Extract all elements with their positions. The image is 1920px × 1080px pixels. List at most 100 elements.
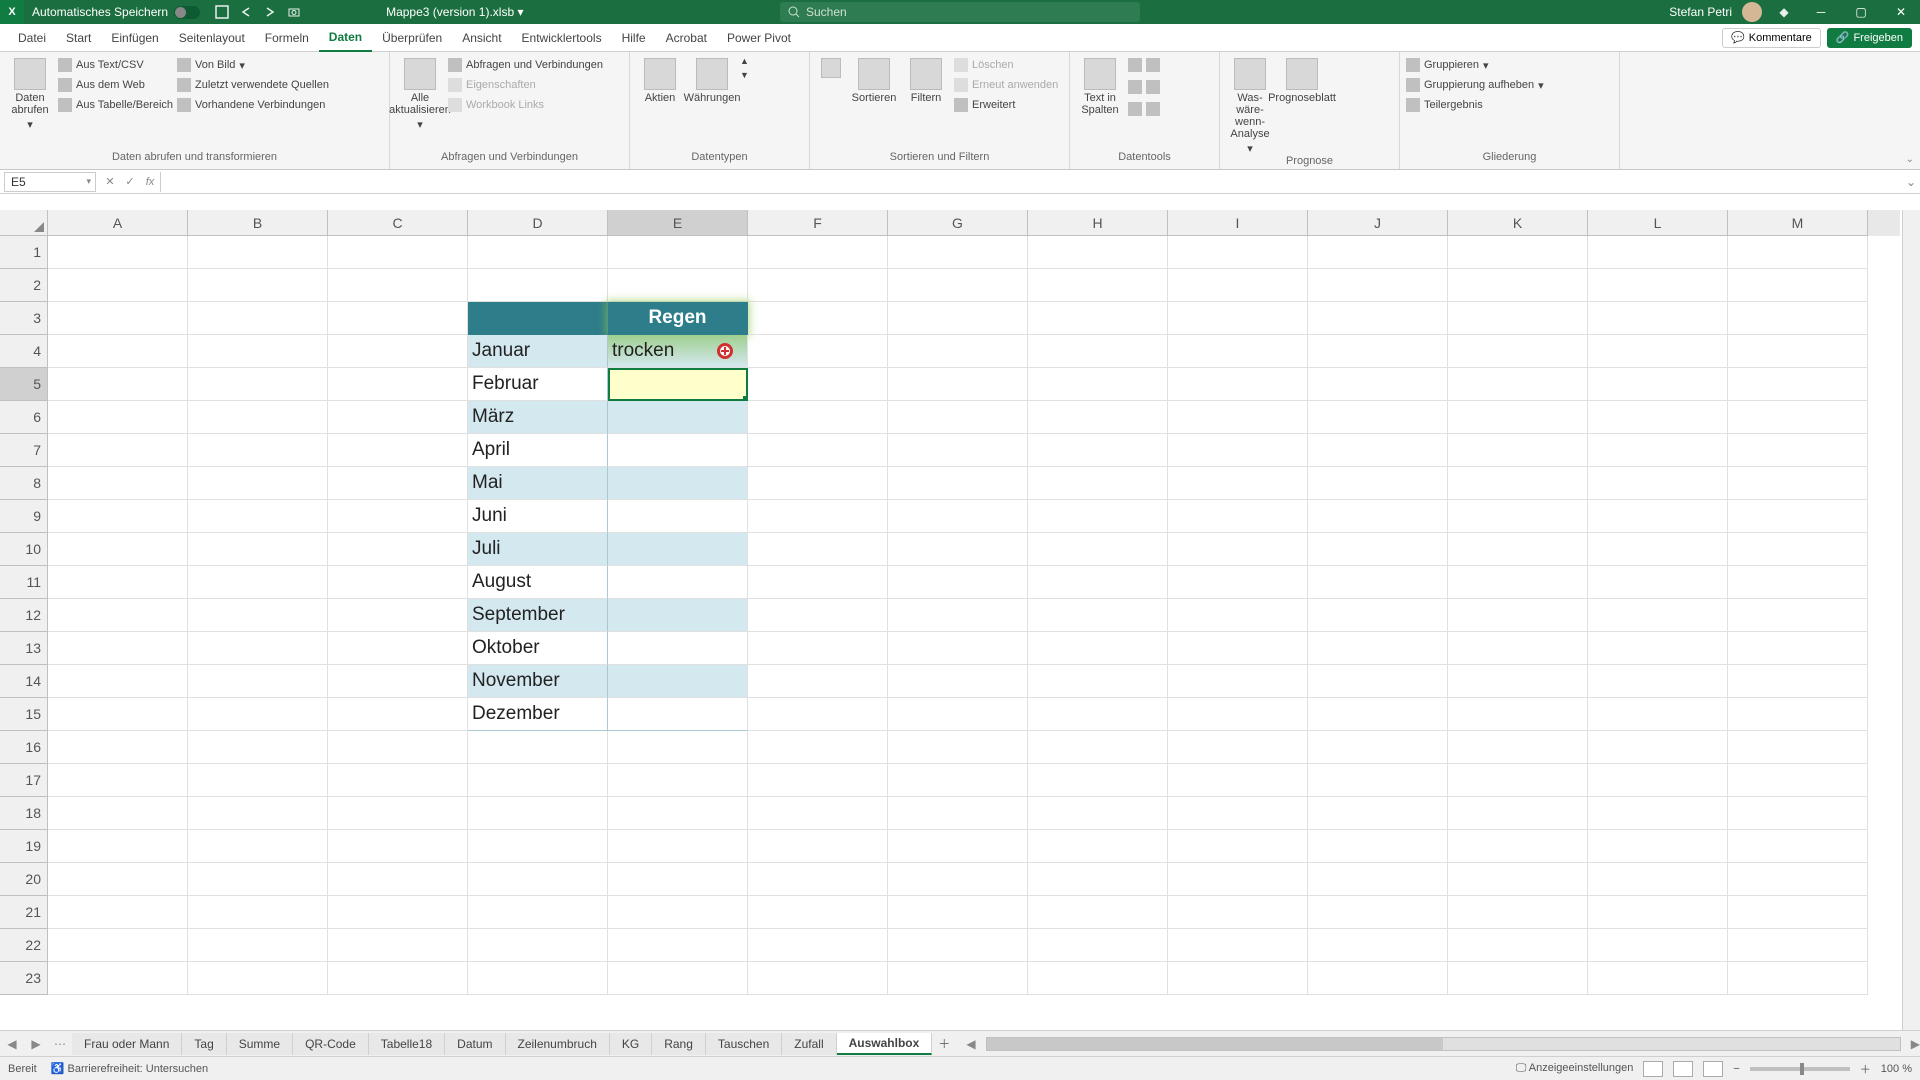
cell[interactable] xyxy=(1588,269,1728,302)
from-image[interactable]: Von Bild ▾ xyxy=(177,56,329,74)
cell[interactable] xyxy=(748,335,888,368)
save-icon[interactable] xyxy=(212,2,232,22)
cell[interactable] xyxy=(1308,335,1448,368)
cell[interactable] xyxy=(48,500,188,533)
cell[interactable] xyxy=(608,665,748,698)
cell[interactable] xyxy=(1168,335,1308,368)
cell[interactable] xyxy=(748,434,888,467)
cell[interactable] xyxy=(608,896,748,929)
group-button[interactable]: Gruppieren ▾ xyxy=(1406,56,1544,74)
cell[interactable] xyxy=(48,599,188,632)
cell[interactable] xyxy=(1028,764,1168,797)
cell[interactable] xyxy=(748,863,888,896)
sheet-tab[interactable]: Zeilenumbruch xyxy=(506,1033,610,1055)
cell[interactable] xyxy=(468,830,608,863)
cell[interactable] xyxy=(188,401,328,434)
cell[interactable] xyxy=(188,962,328,995)
cell[interactable] xyxy=(1588,566,1728,599)
cell[interactable] xyxy=(1588,632,1728,665)
cell[interactable] xyxy=(188,797,328,830)
cell[interactable] xyxy=(888,599,1028,632)
ribbon-tab-daten[interactable]: Daten xyxy=(319,24,372,52)
cell[interactable] xyxy=(1448,896,1588,929)
cell[interactable] xyxy=(188,863,328,896)
cell[interactable] xyxy=(468,929,608,962)
collapse-ribbon[interactable]: ⌄ xyxy=(1906,154,1914,165)
cell[interactable] xyxy=(1308,269,1448,302)
zoom-out[interactable]: − xyxy=(1733,1063,1739,1075)
cell[interactable] xyxy=(188,500,328,533)
cell[interactable] xyxy=(328,566,468,599)
cell[interactable] xyxy=(1728,269,1868,302)
cell[interactable] xyxy=(1308,731,1448,764)
cell[interactable] xyxy=(888,368,1028,401)
cell[interactable] xyxy=(1028,698,1168,731)
cell[interactable] xyxy=(888,335,1028,368)
cell[interactable] xyxy=(1168,698,1308,731)
row-header[interactable]: 17 xyxy=(0,764,48,797)
cell[interactable] xyxy=(328,500,468,533)
cell[interactable] xyxy=(608,368,748,401)
cell[interactable] xyxy=(1728,302,1868,335)
data-model[interactable] xyxy=(1146,100,1160,118)
cell[interactable] xyxy=(1728,929,1868,962)
cell[interactable] xyxy=(1168,863,1308,896)
cell[interactable] xyxy=(48,302,188,335)
cell[interactable] xyxy=(748,896,888,929)
from-web[interactable]: Aus dem Web xyxy=(58,76,173,94)
cell[interactable] xyxy=(1028,863,1168,896)
cell[interactable] xyxy=(1728,368,1868,401)
cell[interactable] xyxy=(748,731,888,764)
cell[interactable] xyxy=(888,533,1028,566)
cell[interactable] xyxy=(1728,500,1868,533)
cell[interactable] xyxy=(48,962,188,995)
redo-icon[interactable] xyxy=(260,2,280,22)
get-data-button[interactable]: Daten abrufen ▾ xyxy=(6,56,54,131)
sheet-tab[interactable]: Tabelle18 xyxy=(369,1033,445,1055)
page-break-view-button[interactable] xyxy=(1703,1061,1723,1077)
cell[interactable] xyxy=(1168,929,1308,962)
cell[interactable] xyxy=(1308,599,1448,632)
from-table-range[interactable]: Aus Tabelle/Bereich xyxy=(58,96,173,114)
sheet-tab[interactable]: Frau oder Mann xyxy=(72,1033,182,1055)
cell[interactable] xyxy=(328,368,468,401)
cell[interactable] xyxy=(328,599,468,632)
cell[interactable] xyxy=(1168,467,1308,500)
cell[interactable] xyxy=(1168,368,1308,401)
subtotal-button[interactable]: Teilergebnis xyxy=(1406,96,1544,114)
share-button[interactable]: 🔗 Freigeben xyxy=(1827,28,1912,48)
cell[interactable] xyxy=(748,302,888,335)
cell[interactable] xyxy=(48,830,188,863)
diamond-icon[interactable]: ◆ xyxy=(1774,2,1794,22)
cell[interactable] xyxy=(748,467,888,500)
cell[interactable] xyxy=(1588,929,1728,962)
cell[interactable] xyxy=(1728,962,1868,995)
cell[interactable] xyxy=(1028,896,1168,929)
cell[interactable] xyxy=(328,236,468,269)
cell[interactable] xyxy=(748,269,888,302)
cell[interactable]: Juli xyxy=(468,533,608,566)
user-avatar[interactable] xyxy=(1742,2,1762,22)
cell[interactable] xyxy=(48,863,188,896)
cell[interactable] xyxy=(48,764,188,797)
cell[interactable] xyxy=(188,665,328,698)
cell[interactable] xyxy=(1588,302,1728,335)
cell[interactable] xyxy=(1168,599,1308,632)
cell[interactable]: Februar xyxy=(468,368,608,401)
cell[interactable] xyxy=(1028,434,1168,467)
formula-input[interactable] xyxy=(160,172,1902,192)
cell[interactable] xyxy=(1028,962,1168,995)
cell[interactable] xyxy=(1588,797,1728,830)
column-header[interactable]: K xyxy=(1448,210,1588,236)
cell[interactable] xyxy=(1728,830,1868,863)
undo-icon[interactable] xyxy=(236,2,256,22)
cell[interactable] xyxy=(748,566,888,599)
cell[interactable] xyxy=(1588,434,1728,467)
cell[interactable] xyxy=(328,962,468,995)
cell[interactable] xyxy=(608,236,748,269)
cell[interactable] xyxy=(188,731,328,764)
row-header[interactable]: 2 xyxy=(0,269,48,302)
cell[interactable] xyxy=(328,335,468,368)
cancel-icon[interactable]: ✕ xyxy=(100,172,120,192)
cell[interactable] xyxy=(1028,929,1168,962)
